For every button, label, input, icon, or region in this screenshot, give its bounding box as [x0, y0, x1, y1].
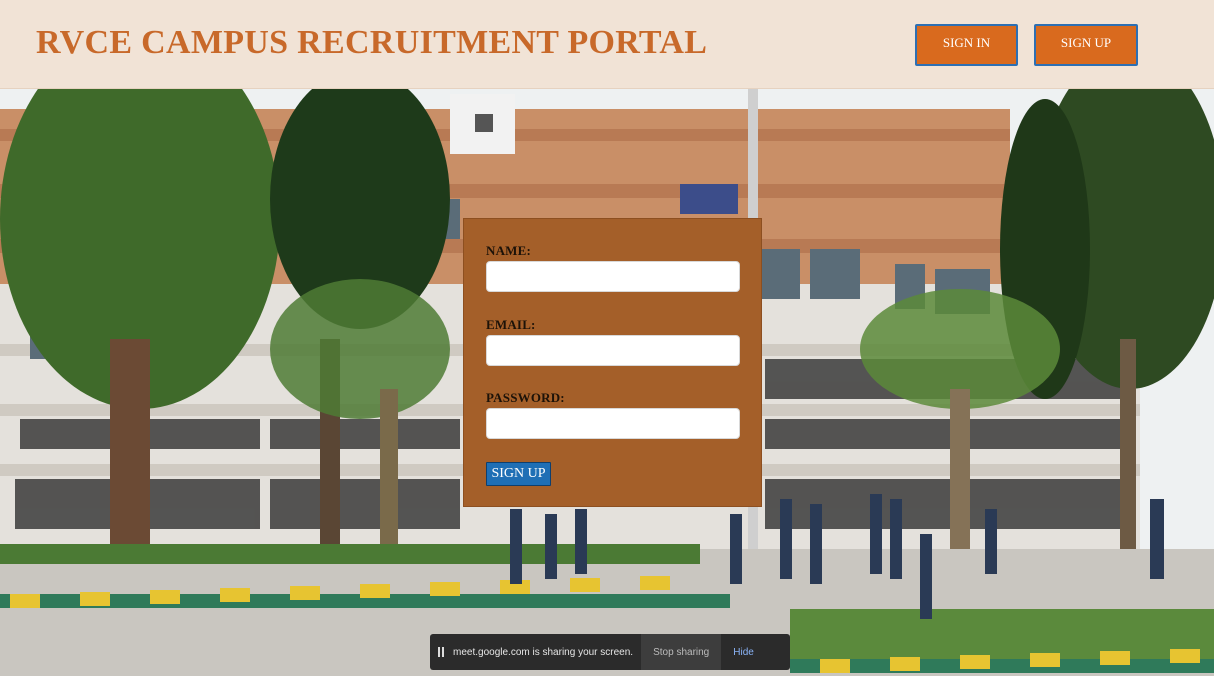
header-bar: RVCE CAMPUS RECRUITMENT PORTAL SIGN IN S… — [0, 0, 1214, 89]
password-input[interactable] — [486, 408, 740, 439]
signup-form: NAME: EMAIL: PASSWORD: SIGN UP — [463, 218, 762, 507]
name-input[interactable] — [486, 261, 740, 292]
page-title: RVCE CAMPUS RECRUITMENT PORTAL — [36, 24, 708, 61]
hide-button[interactable]: Hide — [733, 647, 754, 658]
sign-in-button[interactable]: SIGN IN — [915, 24, 1018, 66]
stop-sharing-button[interactable]: Stop sharing — [641, 634, 722, 670]
name-label: NAME: — [486, 243, 532, 258]
share-message: meet.google.com is sharing your screen. — [453, 646, 634, 658]
email-input[interactable] — [486, 335, 740, 366]
sign-up-button[interactable]: SIGN UP — [1034, 24, 1138, 66]
password-label: PASSWORD: — [486, 390, 565, 405]
signup-submit-button[interactable]: SIGN UP — [486, 462, 551, 486]
pause-icon[interactable] — [438, 647, 447, 657]
screen-share-bar: meet.google.com is sharing your screen. … — [430, 634, 790, 670]
email-label: EMAIL: — [486, 317, 536, 332]
